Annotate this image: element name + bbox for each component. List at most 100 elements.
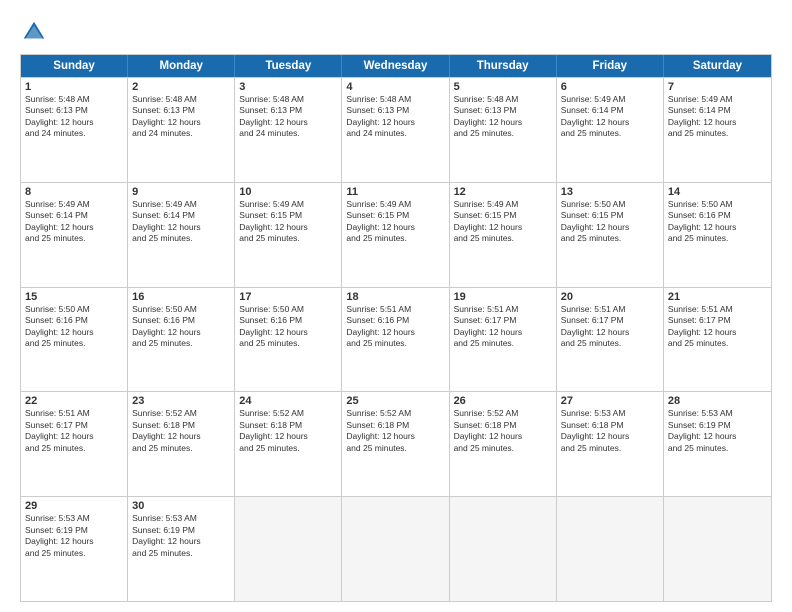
- cell-info: Sunrise: 5:50 AMSunset: 6:16 PMDaylight:…: [25, 304, 123, 350]
- header-day-wednesday: Wednesday: [342, 55, 449, 77]
- day-number: 8: [25, 186, 123, 198]
- cal-row-1: 1Sunrise: 5:48 AMSunset: 6:13 PMDaylight…: [21, 77, 771, 182]
- cell-info: Sunrise: 5:51 AMSunset: 6:16 PMDaylight:…: [346, 304, 444, 350]
- cell-info: Sunrise: 5:53 AMSunset: 6:18 PMDaylight:…: [561, 408, 659, 454]
- logo: [20, 18, 52, 46]
- cell-info: Sunrise: 5:50 AMSunset: 6:16 PMDaylight:…: [132, 304, 230, 350]
- cell-info: Sunrise: 5:53 AMSunset: 6:19 PMDaylight:…: [25, 513, 123, 559]
- day-number: 28: [668, 395, 767, 407]
- cell-info: Sunrise: 5:50 AMSunset: 6:16 PMDaylight:…: [239, 304, 337, 350]
- cal-cell-empty: [664, 497, 771, 601]
- cal-cell-day-8: 8Sunrise: 5:49 AMSunset: 6:14 PMDaylight…: [21, 183, 128, 287]
- cell-info: Sunrise: 5:48 AMSunset: 6:13 PMDaylight:…: [132, 94, 230, 140]
- day-number: 30: [132, 500, 230, 512]
- calendar-body: 1Sunrise: 5:48 AMSunset: 6:13 PMDaylight…: [21, 77, 771, 601]
- day-number: 24: [239, 395, 337, 407]
- cell-info: Sunrise: 5:49 AMSunset: 6:14 PMDaylight:…: [132, 199, 230, 245]
- cal-cell-day-25: 25Sunrise: 5:52 AMSunset: 6:18 PMDayligh…: [342, 392, 449, 496]
- day-number: 11: [346, 186, 444, 198]
- day-number: 16: [132, 291, 230, 303]
- cell-info: Sunrise: 5:51 AMSunset: 6:17 PMDaylight:…: [454, 304, 552, 350]
- header-day-friday: Friday: [557, 55, 664, 77]
- day-number: 3: [239, 81, 337, 93]
- cal-cell-day-6: 6Sunrise: 5:49 AMSunset: 6:14 PMDaylight…: [557, 78, 664, 182]
- cal-cell-empty: [342, 497, 449, 601]
- cell-info: Sunrise: 5:51 AMSunset: 6:17 PMDaylight:…: [561, 304, 659, 350]
- cell-info: Sunrise: 5:52 AMSunset: 6:18 PMDaylight:…: [132, 408, 230, 454]
- cal-row-4: 22Sunrise: 5:51 AMSunset: 6:17 PMDayligh…: [21, 391, 771, 496]
- day-number: 4: [346, 81, 444, 93]
- logo-icon: [20, 18, 48, 46]
- day-number: 7: [668, 81, 767, 93]
- cal-cell-day-7: 7Sunrise: 5:49 AMSunset: 6:14 PMDaylight…: [664, 78, 771, 182]
- header: [20, 18, 772, 46]
- page: SundayMondayTuesdayWednesdayThursdayFrid…: [0, 0, 792, 612]
- day-number: 23: [132, 395, 230, 407]
- cal-cell-day-27: 27Sunrise: 5:53 AMSunset: 6:18 PMDayligh…: [557, 392, 664, 496]
- cell-info: Sunrise: 5:49 AMSunset: 6:14 PMDaylight:…: [561, 94, 659, 140]
- day-number: 15: [25, 291, 123, 303]
- day-number: 9: [132, 186, 230, 198]
- cal-row-5: 29Sunrise: 5:53 AMSunset: 6:19 PMDayligh…: [21, 496, 771, 601]
- cell-info: Sunrise: 5:48 AMSunset: 6:13 PMDaylight:…: [239, 94, 337, 140]
- cell-info: Sunrise: 5:48 AMSunset: 6:13 PMDaylight:…: [454, 94, 552, 140]
- day-number: 20: [561, 291, 659, 303]
- cal-cell-day-24: 24Sunrise: 5:52 AMSunset: 6:18 PMDayligh…: [235, 392, 342, 496]
- cell-info: Sunrise: 5:53 AMSunset: 6:19 PMDaylight:…: [668, 408, 767, 454]
- cell-info: Sunrise: 5:52 AMSunset: 6:18 PMDaylight:…: [454, 408, 552, 454]
- day-number: 29: [25, 500, 123, 512]
- cal-cell-empty: [450, 497, 557, 601]
- cal-cell-day-21: 21Sunrise: 5:51 AMSunset: 6:17 PMDayligh…: [664, 288, 771, 392]
- cell-info: Sunrise: 5:51 AMSunset: 6:17 PMDaylight:…: [25, 408, 123, 454]
- cal-cell-day-29: 29Sunrise: 5:53 AMSunset: 6:19 PMDayligh…: [21, 497, 128, 601]
- cal-cell-day-2: 2Sunrise: 5:48 AMSunset: 6:13 PMDaylight…: [128, 78, 235, 182]
- day-number: 14: [668, 186, 767, 198]
- cal-cell-day-15: 15Sunrise: 5:50 AMSunset: 6:16 PMDayligh…: [21, 288, 128, 392]
- calendar: SundayMondayTuesdayWednesdayThursdayFrid…: [20, 54, 772, 602]
- cell-info: Sunrise: 5:50 AMSunset: 6:16 PMDaylight:…: [668, 199, 767, 245]
- day-number: 10: [239, 186, 337, 198]
- header-day-thursday: Thursday: [450, 55, 557, 77]
- day-number: 5: [454, 81, 552, 93]
- cal-row-3: 15Sunrise: 5:50 AMSunset: 6:16 PMDayligh…: [21, 287, 771, 392]
- header-day-monday: Monday: [128, 55, 235, 77]
- cal-cell-day-4: 4Sunrise: 5:48 AMSunset: 6:13 PMDaylight…: [342, 78, 449, 182]
- day-number: 18: [346, 291, 444, 303]
- cal-cell-day-20: 20Sunrise: 5:51 AMSunset: 6:17 PMDayligh…: [557, 288, 664, 392]
- header-day-sunday: Sunday: [21, 55, 128, 77]
- day-number: 27: [561, 395, 659, 407]
- day-number: 13: [561, 186, 659, 198]
- cell-info: Sunrise: 5:52 AMSunset: 6:18 PMDaylight:…: [346, 408, 444, 454]
- cell-info: Sunrise: 5:49 AMSunset: 6:15 PMDaylight:…: [346, 199, 444, 245]
- cal-cell-day-13: 13Sunrise: 5:50 AMSunset: 6:15 PMDayligh…: [557, 183, 664, 287]
- cal-cell-day-28: 28Sunrise: 5:53 AMSunset: 6:19 PMDayligh…: [664, 392, 771, 496]
- cell-info: Sunrise: 5:49 AMSunset: 6:15 PMDaylight:…: [454, 199, 552, 245]
- cell-info: Sunrise: 5:49 AMSunset: 6:14 PMDaylight:…: [668, 94, 767, 140]
- day-number: 6: [561, 81, 659, 93]
- cal-cell-day-18: 18Sunrise: 5:51 AMSunset: 6:16 PMDayligh…: [342, 288, 449, 392]
- cal-cell-day-1: 1Sunrise: 5:48 AMSunset: 6:13 PMDaylight…: [21, 78, 128, 182]
- day-number: 21: [668, 291, 767, 303]
- day-number: 17: [239, 291, 337, 303]
- header-day-saturday: Saturday: [664, 55, 771, 77]
- cal-cell-day-19: 19Sunrise: 5:51 AMSunset: 6:17 PMDayligh…: [450, 288, 557, 392]
- cal-cell-day-12: 12Sunrise: 5:49 AMSunset: 6:15 PMDayligh…: [450, 183, 557, 287]
- cell-info: Sunrise: 5:50 AMSunset: 6:15 PMDaylight:…: [561, 199, 659, 245]
- cal-cell-day-30: 30Sunrise: 5:53 AMSunset: 6:19 PMDayligh…: [128, 497, 235, 601]
- cell-info: Sunrise: 5:53 AMSunset: 6:19 PMDaylight:…: [132, 513, 230, 559]
- calendar-header: SundayMondayTuesdayWednesdayThursdayFrid…: [21, 55, 771, 77]
- cal-cell-day-22: 22Sunrise: 5:51 AMSunset: 6:17 PMDayligh…: [21, 392, 128, 496]
- day-number: 2: [132, 81, 230, 93]
- day-number: 26: [454, 395, 552, 407]
- day-number: 12: [454, 186, 552, 198]
- cal-cell-day-26: 26Sunrise: 5:52 AMSunset: 6:18 PMDayligh…: [450, 392, 557, 496]
- cal-cell-day-3: 3Sunrise: 5:48 AMSunset: 6:13 PMDaylight…: [235, 78, 342, 182]
- cal-cell-day-11: 11Sunrise: 5:49 AMSunset: 6:15 PMDayligh…: [342, 183, 449, 287]
- cal-cell-empty: [235, 497, 342, 601]
- cal-cell-day-14: 14Sunrise: 5:50 AMSunset: 6:16 PMDayligh…: [664, 183, 771, 287]
- cell-info: Sunrise: 5:48 AMSunset: 6:13 PMDaylight:…: [25, 94, 123, 140]
- cell-info: Sunrise: 5:48 AMSunset: 6:13 PMDaylight:…: [346, 94, 444, 140]
- cell-info: Sunrise: 5:49 AMSunset: 6:15 PMDaylight:…: [239, 199, 337, 245]
- cell-info: Sunrise: 5:52 AMSunset: 6:18 PMDaylight:…: [239, 408, 337, 454]
- header-day-tuesday: Tuesday: [235, 55, 342, 77]
